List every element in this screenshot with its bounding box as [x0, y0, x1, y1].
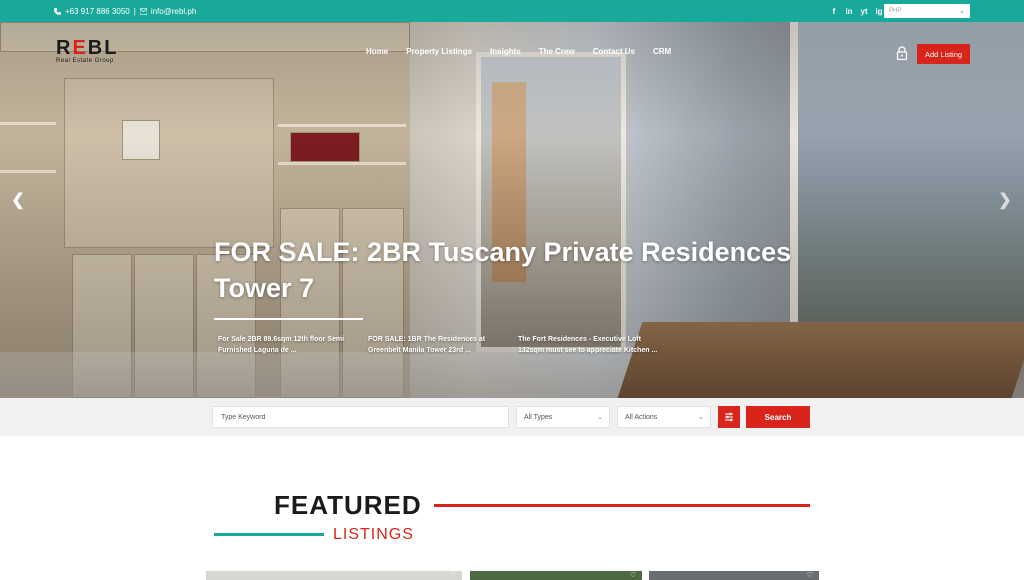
- featured-title: FEATURED: [274, 490, 422, 520]
- logo-letter-r: R: [56, 37, 73, 59]
- linkedin-icon[interactable]: in: [845, 7, 853, 16]
- nav-contact-us[interactable]: Contact Us: [593, 47, 635, 59]
- actions-select[interactable]: All Actions ⌄: [617, 406, 711, 428]
- currency-value: PHP: [889, 8, 902, 14]
- listing-card[interactable]: ♡: [649, 571, 819, 580]
- types-select-value: All Types: [524, 413, 553, 421]
- listing-card[interactable]: ♡: [206, 571, 462, 580]
- youtube-icon[interactable]: yt: [860, 7, 868, 16]
- nav-crm[interactable]: CRM: [653, 47, 671, 59]
- chevron-right-icon[interactable]: ❯: [998, 192, 1012, 210]
- contact-info: +63 917 886 3050 | info@rebl.ph: [54, 0, 196, 22]
- actions-select-value: All Actions: [625, 413, 658, 421]
- chevron-down-icon: ⌄: [698, 414, 704, 421]
- hero-title-rule: [214, 318, 363, 320]
- envelope-icon: [139, 7, 147, 15]
- featured-divider-red: [434, 504, 810, 507]
- slide-links: For Sale 2BR 89.6sqm 12th floor Semi Fur…: [218, 334, 668, 356]
- phone-number[interactable]: +63 917 886 3050: [65, 7, 130, 16]
- phone-icon: [54, 7, 61, 15]
- main-nav: Home Property Listings Insights The Crew…: [366, 47, 689, 59]
- nav-insights[interactable]: Insights: [490, 47, 521, 59]
- contact-separator: |: [133, 6, 136, 16]
- logo-mark: REBL: [56, 38, 132, 58]
- logo-letters-bl: BL: [87, 37, 119, 59]
- listings-subtitle: LISTINGS: [333, 526, 414, 543]
- hero-slider: REBL Real Estate Group Home Property Lis…: [0, 22, 1024, 398]
- listings-divider-teal: [214, 533, 324, 536]
- property-search-bar: All Types ⌄ All Actions ⌄ Search: [0, 398, 1024, 436]
- social-links: f in yt ig: [830, 0, 883, 22]
- instagram-icon[interactable]: ig: [875, 7, 883, 16]
- types-select[interactable]: All Types ⌄: [516, 406, 610, 428]
- email-link[interactable]: info@rebl.ph: [151, 7, 196, 16]
- facebook-icon[interactable]: f: [830, 7, 838, 16]
- site-logo[interactable]: REBL Real Estate Group: [56, 38, 132, 70]
- listing-card[interactable]: ♡: [470, 571, 642, 580]
- top-bar: +63 917 886 3050 | info@rebl.ph f in yt …: [0, 0, 1024, 22]
- heart-icon[interactable]: ♡: [630, 571, 636, 579]
- sliders-icon: [725, 412, 733, 422]
- slide-link-2[interactable]: FOR SALE: 1BR The Residences at Greenbel…: [368, 334, 518, 356]
- advanced-filter-button[interactable]: [718, 406, 740, 428]
- logo-tagline: Real Estate Group: [56, 58, 114, 64]
- heart-icon[interactable]: ♡: [807, 571, 813, 579]
- slide-link-3[interactable]: The Fort Residences - Executive Loft 132…: [518, 334, 668, 356]
- chevron-down-icon: ⌄: [959, 8, 965, 15]
- search-button[interactable]: Search: [746, 406, 810, 428]
- hero-title[interactable]: FOR SALE: 2BR Tuscany Private Residences…: [214, 234, 794, 306]
- logo-letter-e: E: [72, 37, 88, 59]
- nav-the-crew[interactable]: The Crew: [539, 47, 575, 59]
- chevron-left-icon[interactable]: ❮: [11, 192, 25, 210]
- slide-link-1[interactable]: For Sale 2BR 89.6sqm 12th floor Semi Fur…: [218, 334, 368, 356]
- nav-property-listings[interactable]: Property Listings: [406, 47, 472, 59]
- nav-home[interactable]: Home: [366, 47, 388, 59]
- keyword-input[interactable]: [212, 406, 509, 428]
- lock-icon[interactable]: [896, 46, 908, 60]
- currency-select[interactable]: PHP ⌄: [884, 4, 970, 18]
- chevron-down-icon: ⌄: [597, 414, 603, 421]
- add-listing-button[interactable]: Add Listing: [917, 44, 970, 64]
- heart-icon[interactable]: ♡: [450, 571, 456, 579]
